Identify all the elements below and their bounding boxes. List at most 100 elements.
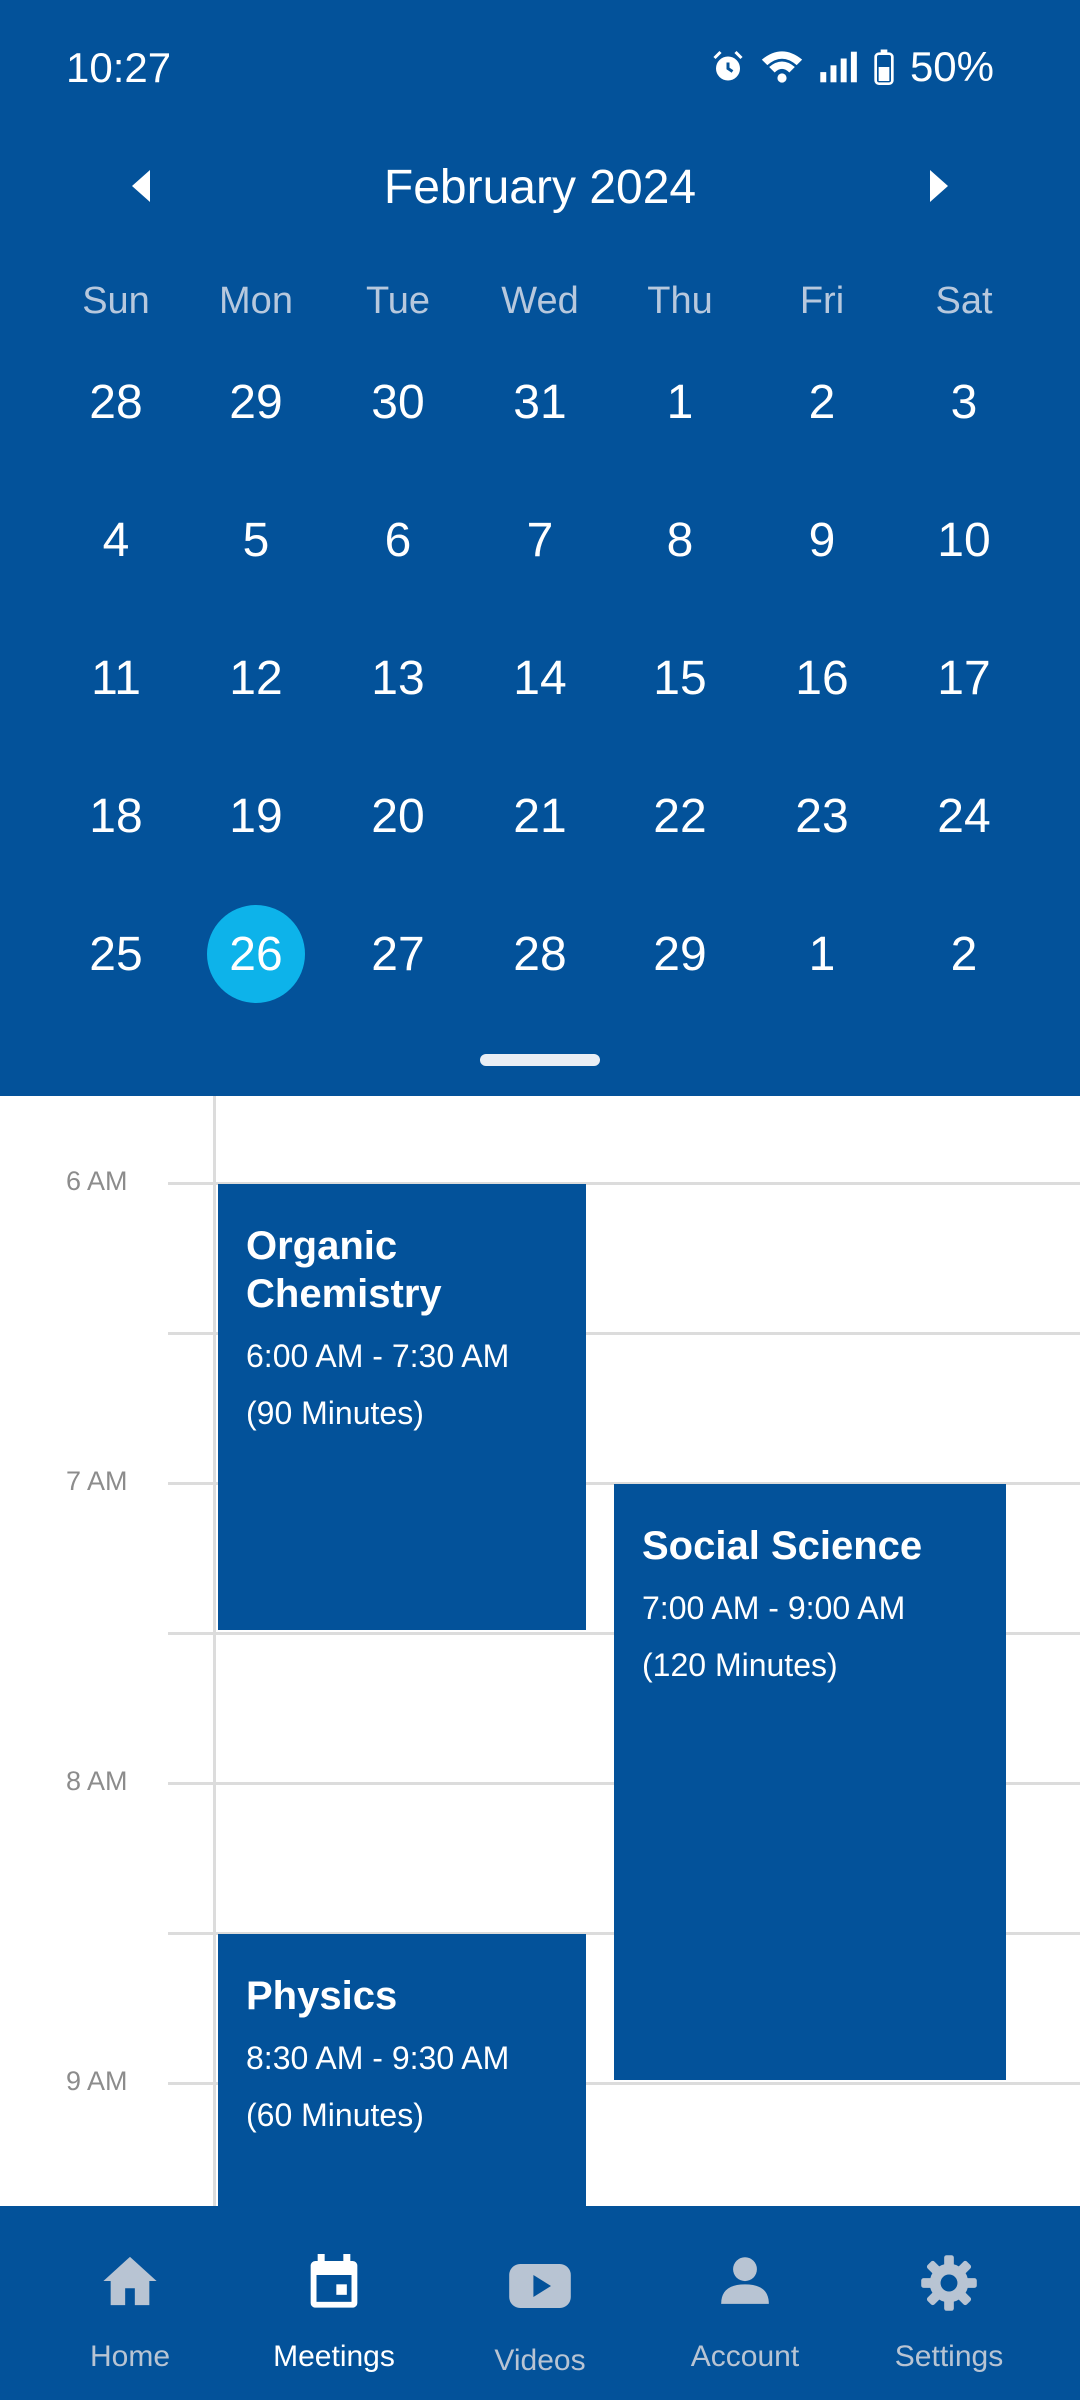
status-time: 10:27 xyxy=(66,44,172,91)
weekday-label: Thu xyxy=(647,280,713,322)
calendar-day[interactable]: 27 xyxy=(338,904,458,1004)
calendar-day[interactable]: 19 xyxy=(196,766,316,866)
calendar-day[interactable]: 3 xyxy=(904,352,1024,452)
nav-videos[interactable]: Videos xyxy=(440,2206,640,2400)
day-number: 6 xyxy=(384,513,412,567)
day-number: 26 xyxy=(207,905,305,1003)
calendar-day[interactable]: 20 xyxy=(338,766,458,866)
calendar-day[interactable]: 22 xyxy=(620,766,740,866)
bottom-navigation: Home Meetings Videos Account Settings xyxy=(0,2206,1080,2400)
person-icon xyxy=(719,2254,771,2311)
calendar-day[interactable]: 24 xyxy=(904,766,1024,866)
time-label: 8 AM xyxy=(66,1766,128,1796)
calendar-day[interactable]: 13 xyxy=(338,628,458,728)
time-label: 6 AM xyxy=(66,1166,128,1196)
calendar-day[interactable]: 29 xyxy=(196,352,316,452)
day-number: 2 xyxy=(808,375,836,429)
calendar-drag-handle[interactable] xyxy=(480,1054,600,1066)
calendar-day[interactable]: 18 xyxy=(56,766,176,866)
calendar-day[interactable]: 14 xyxy=(480,628,600,728)
event-card[interactable]: Organic Chemistry 6:00 AM - 7:30 AM (90 … xyxy=(218,1184,586,1630)
month-navigation: February 2024 xyxy=(0,150,1080,230)
day-number: 13 xyxy=(371,651,425,705)
event-time: 7:00 AM - 9:00 AM xyxy=(642,1590,906,1626)
nav-home[interactable]: Home xyxy=(30,2206,230,2400)
calendar-day[interactable]: 8 xyxy=(620,490,740,590)
calendar-day[interactable]: 12 xyxy=(196,628,316,728)
day-number: 2 xyxy=(950,927,978,981)
day-number: 23 xyxy=(795,789,849,843)
day-number: 19 xyxy=(229,789,283,843)
home-icon xyxy=(101,2254,159,2313)
alarm-icon xyxy=(710,49,746,85)
calendar-day[interactable]: 1 xyxy=(620,352,740,452)
event-duration: (60 Minutes) xyxy=(246,2097,424,2133)
day-number: 21 xyxy=(513,789,567,843)
nav-meetings[interactable]: Meetings xyxy=(234,2206,434,2400)
day-number: 28 xyxy=(89,375,143,429)
calendar-day[interactable]: 23 xyxy=(762,766,882,866)
day-number: 1 xyxy=(808,927,836,981)
time-label: 7 AM xyxy=(66,1466,128,1496)
calendar-day[interactable]: 21 xyxy=(480,766,600,866)
day-number: 24 xyxy=(937,789,991,843)
calendar-day[interactable]: 16 xyxy=(762,628,882,728)
calendar-day[interactable]: 31 xyxy=(480,352,600,452)
calendar-day[interactable]: 9 xyxy=(762,490,882,590)
calendar-day[interactable]: 28 xyxy=(480,904,600,1004)
nav-label: Account xyxy=(690,2340,800,2373)
day-schedule[interactable]: 6 AM 7 AM 8 AM 9 AM Organic Chemistry 6:… xyxy=(0,1096,1080,2206)
day-number: 11 xyxy=(91,651,141,705)
calendar-day[interactable]: 7 xyxy=(480,490,600,590)
calendar-day[interactable]: 5 xyxy=(196,490,316,590)
day-number: 4 xyxy=(102,513,130,567)
weekday-label: Wed xyxy=(501,280,579,322)
event-title: Social Science xyxy=(642,1524,923,1568)
event-time: 6:00 AM - 7:30 AM xyxy=(246,1338,510,1374)
day-number: 28 xyxy=(513,927,567,981)
calendar-day[interactable]: 25 xyxy=(56,904,176,1004)
nav-account[interactable]: Account xyxy=(645,2206,845,2400)
day-number: 15 xyxy=(653,651,707,705)
status-bar: 10:27 50% xyxy=(0,0,1080,140)
calendar-day[interactable]: 28 xyxy=(56,352,176,452)
signal-icon xyxy=(818,50,860,84)
calendar-day[interactable]: 1 xyxy=(762,904,882,1004)
nav-label: Videos xyxy=(494,2344,586,2377)
calendar-day[interactable]: 17 xyxy=(904,628,1024,728)
wifi-icon xyxy=(760,48,804,86)
day-number: 9 xyxy=(808,513,836,567)
calendar-header: 10:27 50% February 2024 Sun Mon Tue Wed … xyxy=(0,0,1080,1096)
weekday-label: Tue xyxy=(365,280,431,322)
next-month-button[interactable] xyxy=(910,158,970,218)
event-title: Physics xyxy=(246,1974,398,2018)
calendar-day[interactable]: 30 xyxy=(338,352,458,452)
event-card[interactable]: Social Science 7:00 AM - 9:00 AM (120 Mi… xyxy=(614,1484,1006,2080)
battery-percent: 50% xyxy=(909,43,994,90)
battery-icon xyxy=(874,48,894,86)
nav-label: Settings xyxy=(894,2340,1004,2373)
day-number: 7 xyxy=(526,513,554,567)
calendar-day[interactable]: 4 xyxy=(56,490,176,590)
nav-label: Home xyxy=(89,2340,171,2373)
event-time: 8:30 AM - 9:30 AM xyxy=(246,2040,510,2076)
nav-settings[interactable]: Settings xyxy=(849,2206,1049,2400)
day-number: 12 xyxy=(229,651,283,705)
day-number: 22 xyxy=(653,789,707,843)
calendar-day[interactable]: 11 xyxy=(56,628,176,728)
time-column-divider xyxy=(213,1096,216,2206)
calendar-day-selected[interactable]: 26 xyxy=(196,904,316,1004)
weekday-label: Sun xyxy=(82,280,150,322)
event-title: Organic Chemistry xyxy=(246,1224,442,1316)
event-duration: (120 Minutes) xyxy=(642,1647,838,1683)
nav-label: Meetings xyxy=(273,2340,395,2373)
calendar-day[interactable]: 10 xyxy=(904,490,1024,590)
weekday-label: Mon xyxy=(219,280,293,322)
calendar-day[interactable]: 29 xyxy=(620,904,740,1004)
calendar-day[interactable]: 2 xyxy=(762,352,882,452)
day-number: 5 xyxy=(242,513,270,567)
calendar-day[interactable]: 6 xyxy=(338,490,458,590)
calendar-day[interactable]: 15 xyxy=(620,628,740,728)
event-card[interactable]: Physics 8:30 AM - 9:30 AM (60 Minutes) xyxy=(218,1934,586,2206)
calendar-day[interactable]: 2 xyxy=(904,904,1024,1004)
